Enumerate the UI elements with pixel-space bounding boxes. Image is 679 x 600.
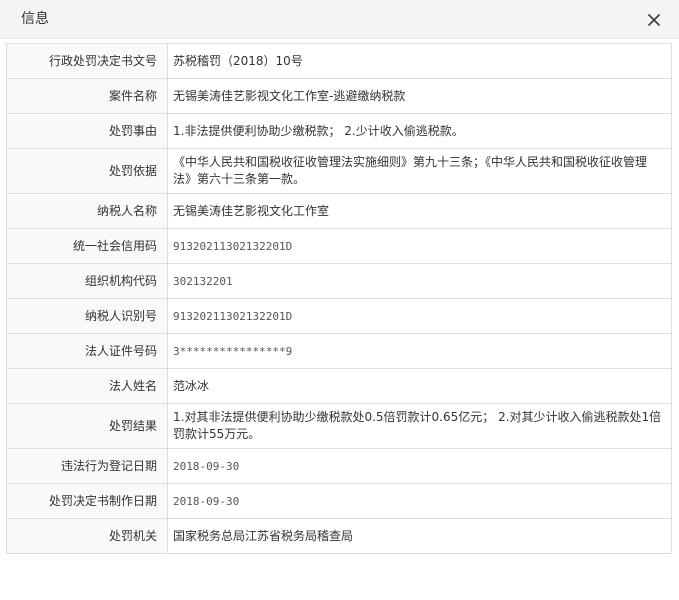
row-label: 违法行为登记日期: [6, 448, 168, 484]
row-value: 1.对其非法提供便利协助少缴税款处0.5倍罚款计0.65亿元； 2.对其少计收入…: [167, 403, 672, 449]
row-label: 处罚结果: [6, 403, 168, 449]
table-row-penalty-reason: 处罚事由 1.非法提供便利协助少缴税款； 2.少计收入偷逃税款。: [6, 113, 672, 149]
row-label: 纳税人识别号: [6, 298, 168, 334]
table-row-taxpayer-id: 纳税人识别号 91320211302132201D: [6, 298, 672, 334]
info-table: 行政处罚决定书文号 苏税稽罚（2018）10号 案件名称 无锡美涛佳艺影视文化工…: [6, 43, 672, 554]
row-label: 处罚依据: [6, 148, 168, 194]
table-row-credit-code: 统一社会信用码 91320211302132201D: [6, 228, 672, 264]
table-row-case-name: 案件名称 无锡美涛佳艺影视文化工作室-逃避缴纳税款: [6, 78, 672, 114]
row-label: 处罚机关: [6, 518, 168, 554]
table-row-decision-number: 行政处罚决定书文号 苏税稽罚（2018）10号: [6, 43, 672, 79]
row-value: 2018-09-30: [167, 448, 672, 484]
row-value: 无锡美涛佳艺影视文化工作室-逃避缴纳税款: [167, 78, 672, 114]
row-value: 苏税稽罚（2018）10号: [167, 43, 672, 79]
table-row-authority: 处罚机关 国家税务总局江苏省税务局稽查局: [6, 518, 672, 554]
dialog-title: 信息: [21, 11, 49, 27]
table-row-register-date: 违法行为登记日期 2018-09-30: [6, 448, 672, 484]
row-label: 处罚决定书制作日期: [6, 483, 168, 519]
table-row-legal-id: 法人证件号码 3****************9: [6, 333, 672, 369]
row-value: 国家税务总局江苏省税务局稽查局: [167, 518, 672, 554]
row-value: 无锡美涛佳艺影视文化工作室: [167, 193, 672, 229]
table-row-taxpayer-name: 纳税人名称 无锡美涛佳艺影视文化工作室: [6, 193, 672, 229]
row-label: 统一社会信用码: [6, 228, 168, 264]
info-dialog: 信息 行政处罚决定书文号 苏税稽罚（2018）10号 案件名称 无锡美涛佳艺影视…: [0, 0, 679, 600]
row-value: 91320211302132201D: [167, 228, 672, 264]
table-row-decision-date: 处罚决定书制作日期 2018-09-30: [6, 483, 672, 519]
row-label: 案件名称: [6, 78, 168, 114]
table-row-penalty-basis: 处罚依据 《中华人民共和国税收征收管理法实施细则》第九十三条；《中华人民共和国税…: [6, 148, 672, 194]
row-label: 法人证件号码: [6, 333, 168, 369]
row-label: 处罚事由: [6, 113, 168, 149]
close-icon[interactable]: [645, 11, 663, 29]
row-value: 91320211302132201D: [167, 298, 672, 334]
row-value: 1.非法提供便利协助少缴税款； 2.少计收入偷逃税款。: [167, 113, 672, 149]
row-value: 《中华人民共和国税收征收管理法实施细则》第九十三条；《中华人民共和国税收征收管理…: [167, 148, 672, 194]
dialog-header: 信息: [0, 0, 679, 39]
row-value: 302132201: [167, 263, 672, 299]
row-value: 2018-09-30: [167, 483, 672, 519]
row-value: 3****************9: [167, 333, 672, 369]
table-row-org-code: 组织机构代码 302132201: [6, 263, 672, 299]
row-label: 行政处罚决定书文号: [6, 43, 168, 79]
row-value: 范冰冰: [167, 368, 672, 404]
row-label: 法人姓名: [6, 368, 168, 404]
row-label: 组织机构代码: [6, 263, 168, 299]
table-row-legal-name: 法人姓名 范冰冰: [6, 368, 672, 404]
row-label: 纳税人名称: [6, 193, 168, 229]
table-row-penalty-result: 处罚结果 1.对其非法提供便利协助少缴税款处0.5倍罚款计0.65亿元； 2.对…: [6, 403, 672, 449]
